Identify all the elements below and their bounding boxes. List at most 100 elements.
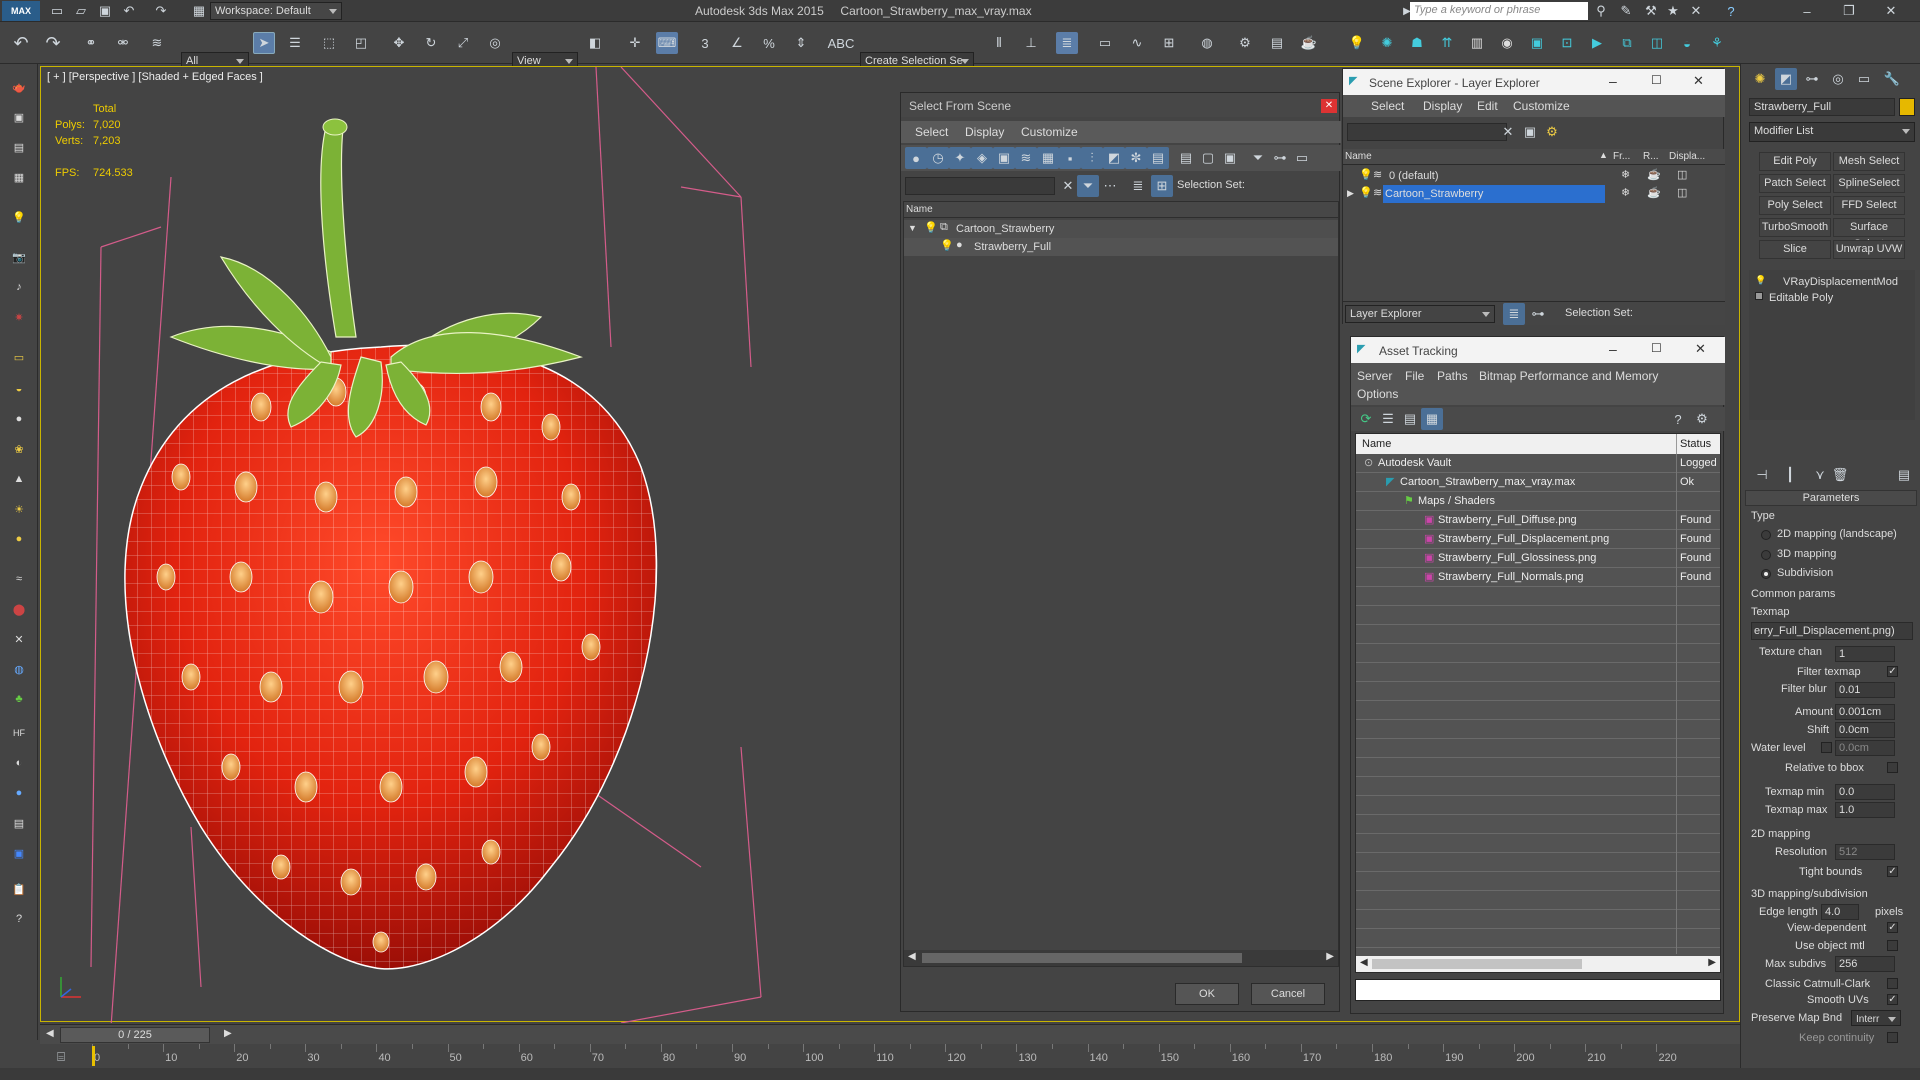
se-layers-icon[interactable]: ≣	[1503, 303, 1525, 325]
asset-row[interactable]: ▣ Strawberry_Full_Diffuse.png Found	[1356, 511, 1720, 530]
funnel-filter-icon[interactable]: ⏷	[1247, 147, 1269, 169]
max-subdivs-spinner[interactable]: 256	[1835, 956, 1895, 972]
stack-item-editable-poly[interactable]: Editable Poly	[1749, 290, 1915, 306]
asset-row[interactable]: ▣ Strawberry_Full_Normals.png Found	[1356, 568, 1720, 587]
asset-row[interactable]: ▣ Strawberry_Full_Displacement.png Found	[1356, 530, 1720, 549]
spinner-snap-icon[interactable]: ⇕	[790, 32, 812, 54]
filter-texmap-checkbox[interactable]: ✓	[1887, 666, 1898, 677]
display-box-icon[interactable]: ◫	[1677, 186, 1687, 199]
unwrap-uvw-button[interactable]: Unwrap UVW	[1833, 240, 1905, 259]
tree-row-strawberry-full[interactable]: 💡 ● Strawberry_Full	[904, 238, 1338, 256]
clear-search-icon[interactable]: ✕	[1057, 175, 1079, 197]
stack-item-vray-displacement[interactable]: 💡 VRayDisplacementMod	[1749, 274, 1915, 290]
torus-knot-icon[interactable]: ❀	[6, 436, 32, 462]
filter-shapes-icon[interactable]: ◷	[927, 147, 949, 169]
vray-proxy-icon[interactable]: ☗	[1406, 32, 1428, 54]
camera-icon[interactable]: 📷	[6, 244, 32, 270]
preserve-map-dropdown[interactable]: Interr	[1851, 1010, 1901, 1026]
se-menu-display[interactable]: Display	[1423, 99, 1462, 113]
select-column-name[interactable]: Name	[904, 202, 1338, 218]
close-window-icon[interactable]: ✕	[1880, 0, 1902, 22]
rendered-frame-icon[interactable]: ▤	[1266, 32, 1288, 54]
at-close-icon[interactable]: ✕	[1695, 341, 1706, 357]
se-sort-arrow-icon[interactable]: ▲	[1599, 150, 1608, 160]
modifier-list-dropdown[interactable]: Modifier List	[1749, 122, 1915, 142]
asset-row[interactable]: ⊙ Autodesk Vault Logged	[1356, 454, 1720, 473]
angle-snap-icon[interactable]: ∠	[726, 32, 748, 54]
se-col-display[interactable]: Displa...	[1669, 151, 1705, 162]
mirror-icon[interactable]: ⫴	[988, 32, 1010, 54]
vray-plane-icon[interactable]: ▥	[1466, 32, 1488, 54]
se-menu-select[interactable]: Select	[1371, 99, 1404, 113]
select-all-icon[interactable]: ▤	[1175, 147, 1197, 169]
utilities-tab-icon[interactable]: 🔧	[1881, 68, 1903, 90]
type-2d-radio[interactable]	[1761, 530, 1771, 540]
surface-select-button[interactable]: Surface Select	[1833, 218, 1905, 250]
tight-bounds-checkbox[interactable]: ✓	[1887, 866, 1898, 877]
se-col-frozen[interactable]: Fr...	[1613, 151, 1630, 162]
undo-icon[interactable]: ↶	[10, 32, 32, 54]
document-icon[interactable]: ▤	[6, 134, 32, 160]
snaps-toggle-icon[interactable]: 3	[694, 32, 716, 54]
mini-curve-editor-icon[interactable]: ⌸	[50, 1046, 72, 1068]
se-find-input[interactable]	[1347, 123, 1507, 141]
new-file-icon[interactable]: ▭	[46, 0, 68, 22]
cone-icon[interactable]: ▲	[6, 466, 32, 492]
refresh-icon[interactable]: ⟳	[1355, 408, 1377, 430]
sphere-icon[interactable]: ●	[6, 406, 32, 432]
make-unique-icon[interactable]: ⋎	[1809, 464, 1831, 486]
at-help-icon[interactable]: ?	[1667, 408, 1689, 430]
redo-icon[interactable]: ↷	[42, 32, 64, 54]
sun-icon[interactable]: ☀	[6, 496, 32, 522]
hf-icon[interactable]: HF	[6, 720, 32, 746]
redo-small-icon[interactable]: ↷	[150, 0, 172, 22]
select-manipulate-icon[interactable]: ✛	[624, 32, 646, 54]
select-none-icon[interactable]: ▢	[1197, 147, 1219, 169]
window-crossing-icon[interactable]: ◰	[350, 32, 372, 54]
parameters-header[interactable]: Parameters	[1745, 490, 1917, 506]
at-menu-bitmap[interactable]: Bitmap Performance and Memory	[1479, 369, 1658, 383]
tree-row-cartoon-strawberry[interactable]: ▼ 💡 ⧉ Cartoon_Strawberry	[904, 220, 1338, 238]
star-icon[interactable]: ★	[1662, 0, 1684, 22]
motion-tab-icon[interactable]: ◎	[1827, 68, 1849, 90]
texture-chan-spinner[interactable]: 1	[1835, 646, 1895, 662]
rectangle-shape-icon[interactable]: ▭	[6, 344, 32, 370]
se-col-name[interactable]: Name	[1345, 151, 1372, 162]
se-maximize-icon[interactable]: ☐	[1651, 73, 1662, 87]
light-bulb-icon[interactable]: 💡	[6, 204, 32, 230]
find-options-icon[interactable]: ⋯	[1099, 175, 1121, 197]
collapse-icon[interactable]: ▭	[1291, 147, 1313, 169]
ribbon-toggle-icon[interactable]: ▭	[1094, 32, 1116, 54]
hierarchy-icon[interactable]: ⊶	[1269, 147, 1291, 169]
clipboard-icon[interactable]: 📋	[6, 876, 32, 902]
configure-sets-icon[interactable]: ▤	[1893, 464, 1915, 486]
pivot-center-icon[interactable]: ◧	[584, 32, 606, 54]
filter-xrefs-icon[interactable]: ▪	[1059, 147, 1081, 169]
filter-geometry-icon[interactable]: ●	[905, 147, 927, 169]
time-slider[interactable]: ◀ 0 / 225 ▶	[40, 1024, 1740, 1044]
close-dialog-icon[interactable]: ✕	[1321, 99, 1337, 113]
freeze-snowflake-icon[interactable]: ❄	[1621, 186, 1630, 199]
vray-physcam-icon[interactable]: ⧉	[1616, 32, 1638, 54]
list-view-icon[interactable]: ☰	[1377, 408, 1399, 430]
select-invert-icon[interactable]: ▣	[1219, 147, 1241, 169]
filter-groups-icon[interactable]: ▦	[1037, 147, 1059, 169]
sound-icon[interactable]: ♪	[6, 274, 32, 300]
type-3d-radio[interactable]	[1761, 550, 1771, 560]
at-menu-paths[interactable]: Paths	[1437, 369, 1468, 383]
vray-material-icon[interactable]: ◒	[1676, 32, 1698, 54]
shift-spinner[interactable]: 0.0cm	[1835, 722, 1895, 738]
vray-dome-icon[interactable]: ◫	[1646, 32, 1668, 54]
freeze-snowflake-icon[interactable]: ❄	[1621, 168, 1630, 181]
app-logo[interactable]: MAX	[2, 1, 40, 21]
ok-button[interactable]: OK	[1175, 983, 1239, 1005]
create-tab-icon[interactable]: ✺	[1749, 68, 1771, 90]
minimize-icon[interactable]: –	[1796, 0, 1818, 22]
close-x-icon[interactable]: ✕	[1685, 0, 1707, 22]
selection-set-icon[interactable]: ⊞	[1151, 175, 1173, 197]
object-name-field[interactable]: Strawberry_Full	[1749, 98, 1895, 116]
curve-editor-icon[interactable]: ∿	[1126, 32, 1148, 54]
at-menu-options[interactable]: Options	[1357, 387, 1398, 401]
se-menu-customize[interactable]: Customize	[1513, 99, 1570, 113]
ffd-select-button[interactable]: FFD Select	[1833, 196, 1905, 215]
